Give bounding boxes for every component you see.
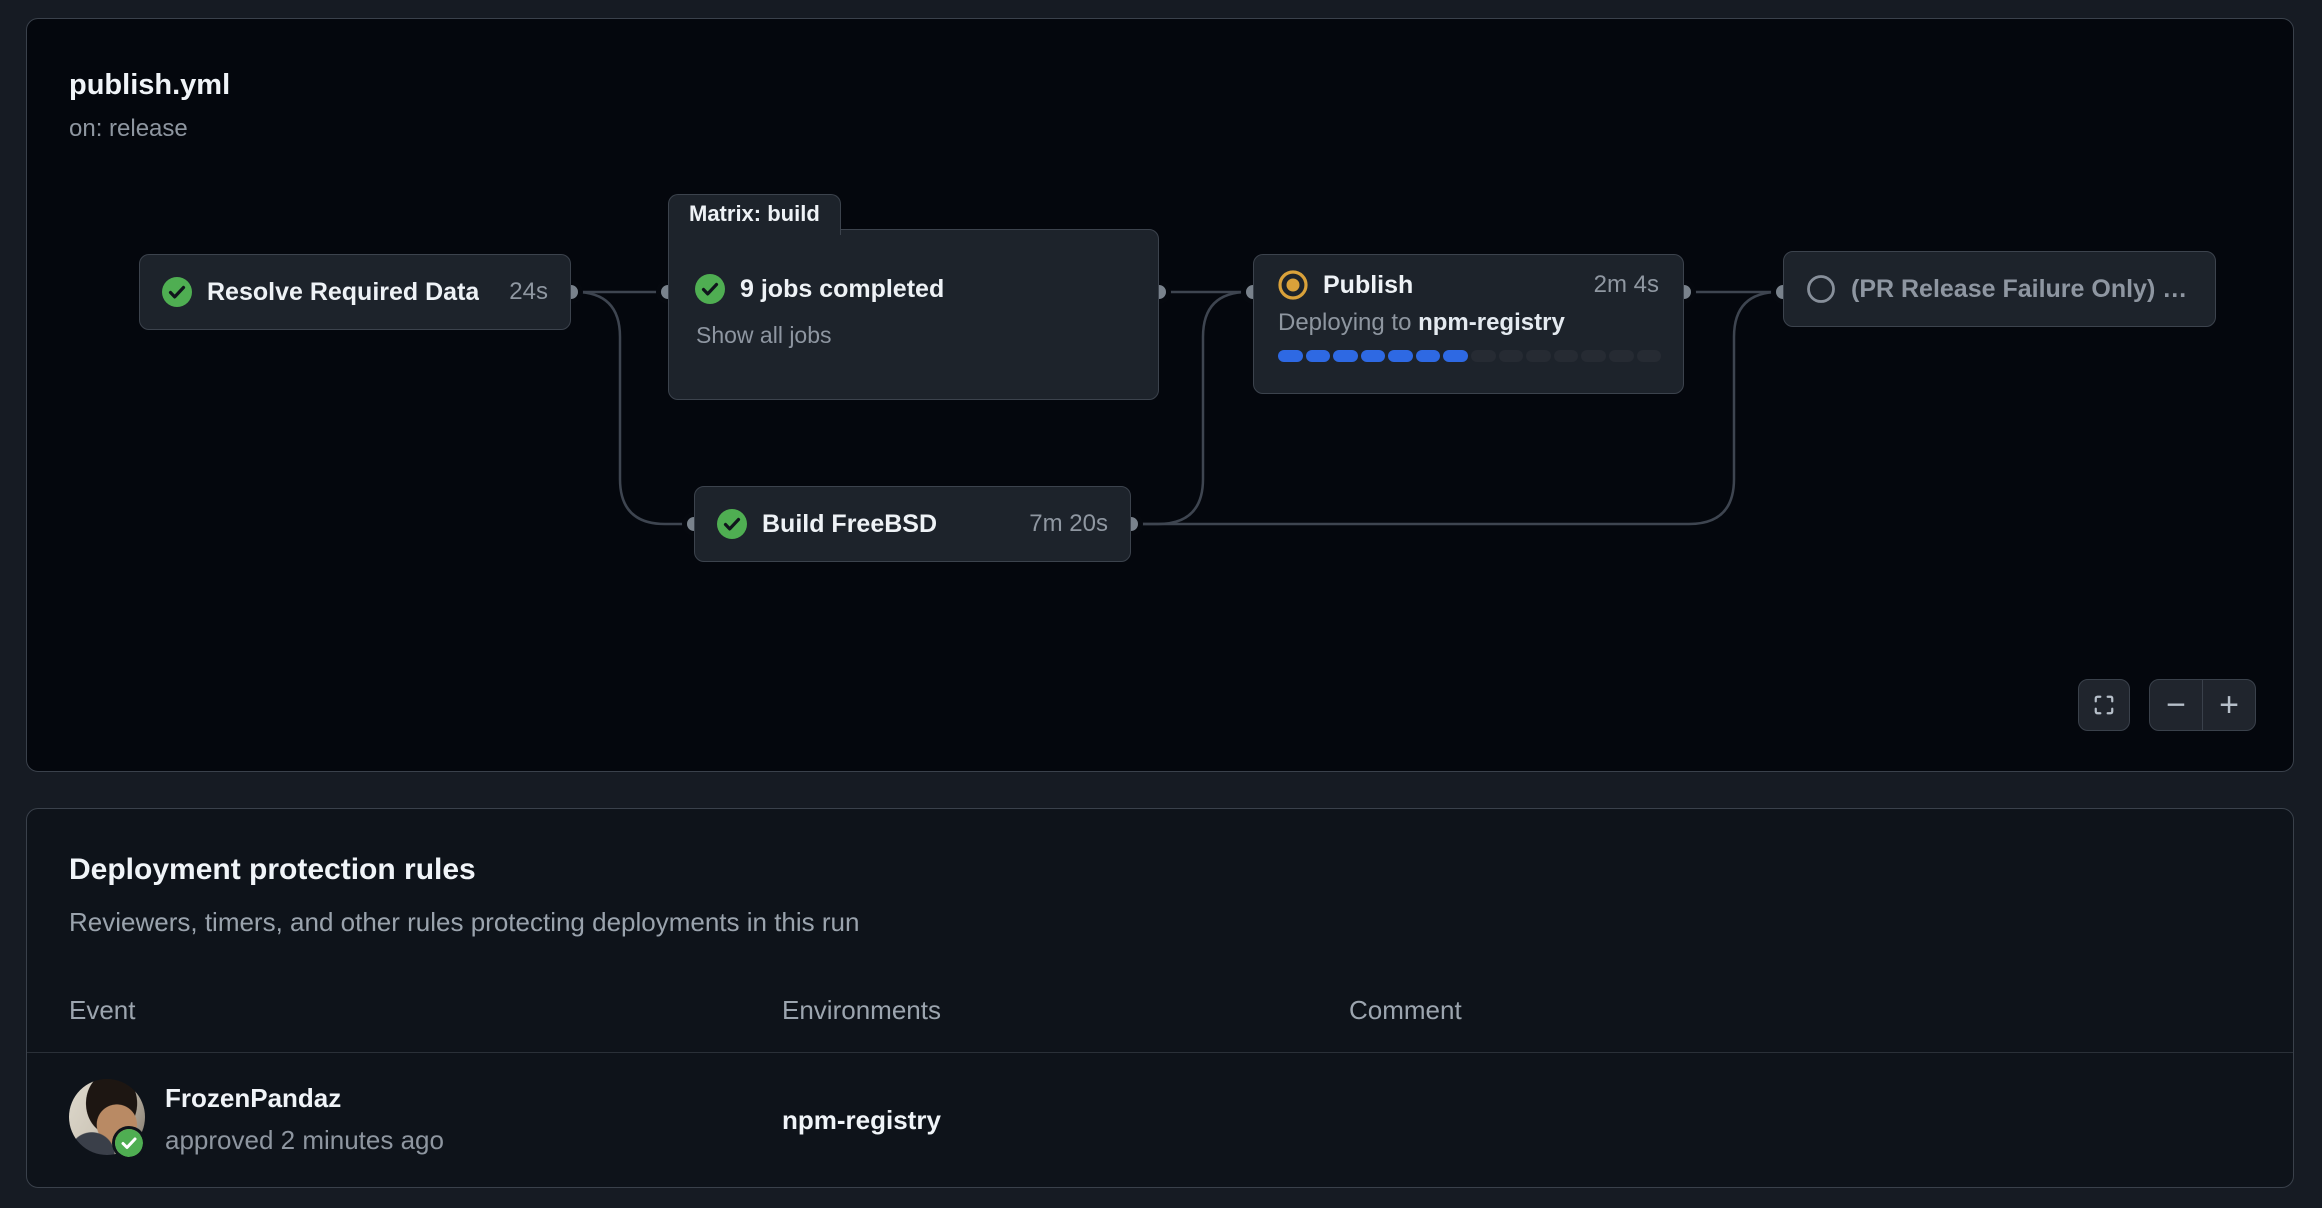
deploy-environment: npm-registry xyxy=(1418,309,1565,336)
column-header-comment: Comment xyxy=(1349,995,1462,1026)
progress-segment xyxy=(1609,350,1634,362)
progress-segment xyxy=(1333,350,1358,362)
progress-segment xyxy=(1554,350,1579,362)
fullscreen-icon xyxy=(2093,694,2115,716)
matrix-summary-label: 9 jobs completed xyxy=(740,275,944,304)
job-duration: 2m 4s xyxy=(1594,271,1659,299)
zoom-in-button[interactable]: + xyxy=(2202,680,2255,730)
success-check-icon xyxy=(717,509,747,539)
deploy-status-line: Deploying to npm-registry xyxy=(1278,309,1659,337)
job-node-resolve-required-data[interactable]: Resolve Required Data 24s xyxy=(139,254,571,330)
deployment-protection-panel: Deployment protection rules Reviewers, t… xyxy=(26,808,2294,1188)
progress-segment xyxy=(1471,350,1496,362)
zoom-controls: − + xyxy=(2149,679,2256,731)
pending-circle-icon xyxy=(1806,274,1836,304)
job-label: Build FreeBSD xyxy=(762,510,937,539)
job-label: Resolve Required Data xyxy=(207,278,479,307)
progress-segment xyxy=(1581,350,1606,362)
column-header-environments: Environments xyxy=(782,995,941,1026)
workflow-run-page: publish.yml on: release Resolve Requir xyxy=(0,0,2322,1208)
progress-segment xyxy=(1637,350,1662,362)
progress-segment xyxy=(1278,350,1303,362)
progress-segment xyxy=(1499,350,1524,362)
zoom-out-button[interactable]: − xyxy=(2150,680,2202,730)
deploy-prefix: Deploying to xyxy=(1278,309,1418,336)
row-environment: npm-registry xyxy=(782,1105,941,1136)
progress-segment xyxy=(1306,350,1331,362)
column-header-event: Event xyxy=(69,995,136,1026)
job-node-pr-release-failure[interactable]: (PR Release Failure Only) Cre... xyxy=(1783,251,2216,327)
show-all-jobs-link[interactable]: Show all jobs xyxy=(696,322,832,349)
success-check-icon xyxy=(695,274,725,304)
progress-segment xyxy=(1443,350,1468,362)
job-node-publish[interactable]: Publish 2m 4s Deploying to npm-registry xyxy=(1253,254,1684,394)
fullscreen-button[interactable] xyxy=(2078,679,2130,731)
approved-check-badge-icon xyxy=(115,1129,143,1157)
job-label: (PR Release Failure Only) Cre... xyxy=(1851,275,2193,304)
approver-username[interactable]: FrozenPandaz xyxy=(165,1083,341,1114)
job-node-build-freebsd[interactable]: Build FreeBSD 7m 20s xyxy=(694,486,1131,562)
job-label: Publish xyxy=(1323,271,1413,300)
approval-status-text: approved 2 minutes ago xyxy=(165,1125,444,1156)
in-progress-icon xyxy=(1278,270,1308,300)
section-subtitle: Reviewers, timers, and other rules prote… xyxy=(69,907,859,938)
workflow-graph-panel: publish.yml on: release Resolve Requir xyxy=(26,18,2294,772)
matrix-group-tab: Matrix: build xyxy=(668,194,841,235)
progress-segment xyxy=(1416,350,1441,362)
progress-segment xyxy=(1361,350,1386,362)
progress-segment xyxy=(1388,350,1413,362)
job-duration: 7m 20s xyxy=(1029,510,1108,538)
progress-segment xyxy=(1526,350,1551,362)
table-header-divider xyxy=(27,1052,2293,1053)
job-duration: 24s xyxy=(509,278,548,306)
success-check-icon xyxy=(162,277,192,307)
workflow-edges xyxy=(27,19,2295,773)
section-title: Deployment protection rules xyxy=(69,853,476,887)
matrix-group-node[interactable]: 9 jobs completed Show all jobs xyxy=(668,229,1159,400)
deploy-progress-bar xyxy=(1278,350,1661,362)
